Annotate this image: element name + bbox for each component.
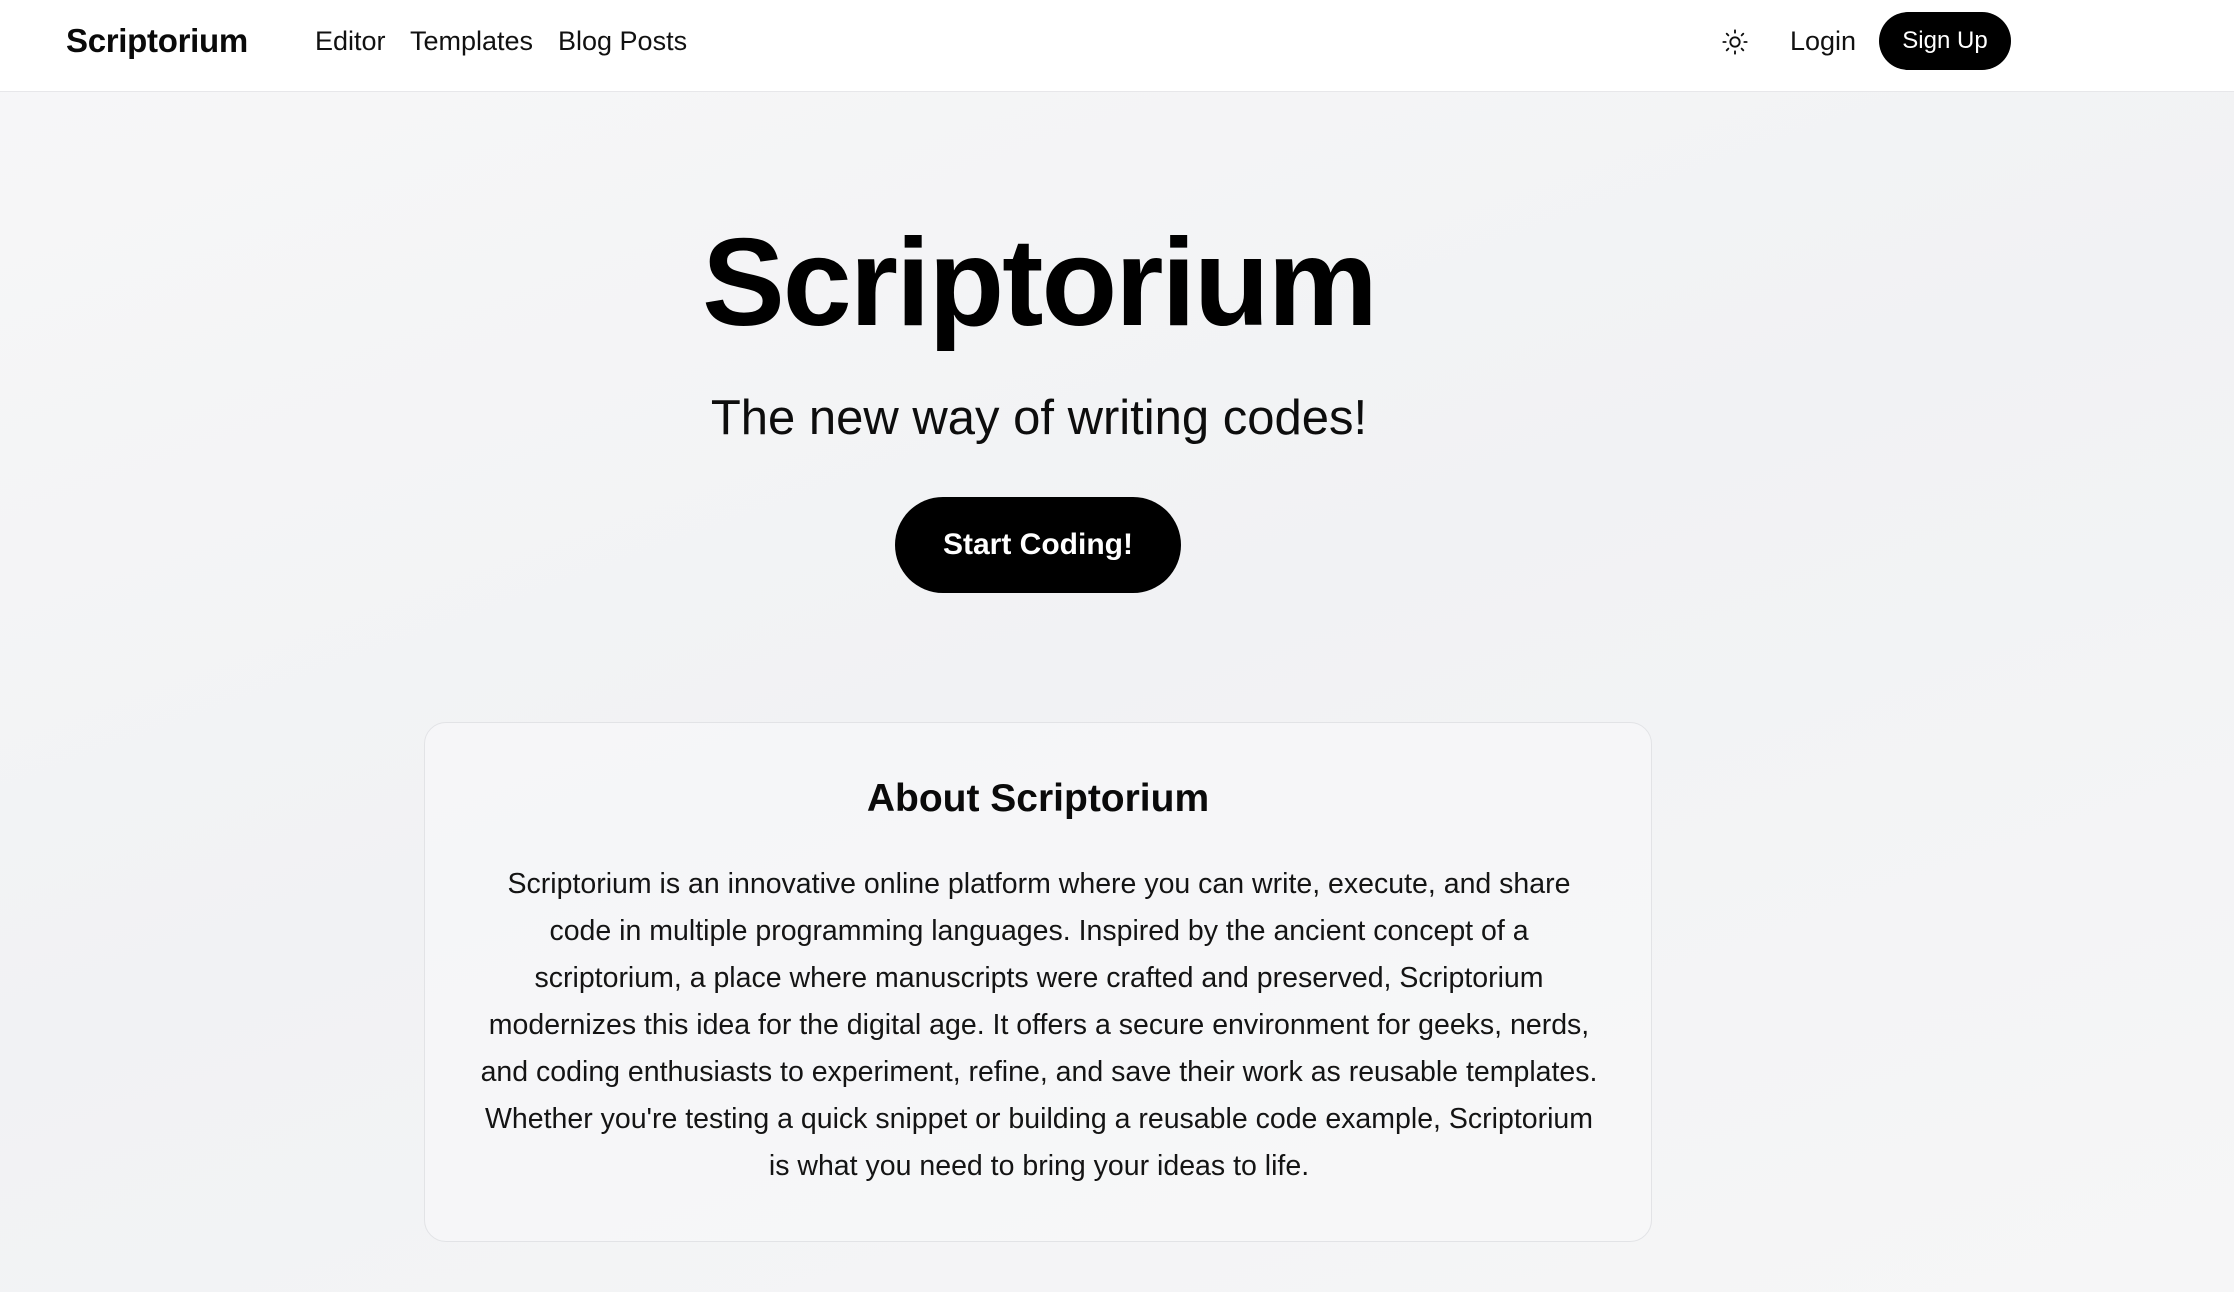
brand-logo-link[interactable]: Scriptorium [66, 20, 248, 62]
nav-link-templates[interactable]: Templates [410, 24, 533, 58]
hero-subtitle: The new way of writing codes! [710, 391, 1368, 445]
nav-link-editor[interactable]: Editor [315, 24, 386, 58]
theme-toggle-button[interactable] [1717, 24, 1753, 60]
hero-title: Scriptorium [702, 214, 1378, 352]
sign-up-button[interactable]: Sign Up [1879, 12, 2011, 70]
about-title: About Scriptorium [866, 777, 1210, 820]
about-description: Scriptorium is an innovative online plat… [480, 868, 1598, 1182]
sun-icon [1722, 29, 1748, 55]
about-card: About Scriptorium Scriptorium is an inno… [424, 722, 1652, 1242]
start-coding-button[interactable]: Start Coding! [895, 497, 1181, 593]
top-navbar: Scriptorium Editor Templates Blog Posts … [0, 0, 2234, 92]
nav-link-blog-posts[interactable]: Blog Posts [558, 24, 687, 58]
login-link[interactable]: Login [1790, 24, 1856, 58]
